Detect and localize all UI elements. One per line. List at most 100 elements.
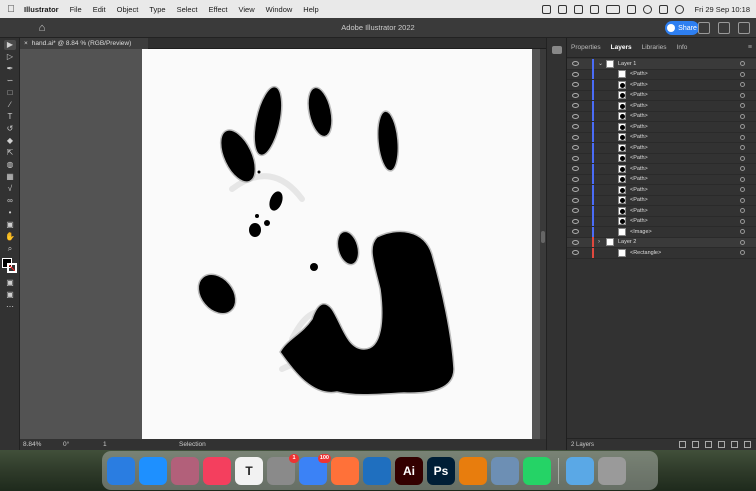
drawing-mode-icon[interactable]: ▣ bbox=[4, 278, 16, 288]
gradient-tool-icon[interactable]: ▦ bbox=[4, 172, 16, 182]
sublayer-row[interactable]: <Path> bbox=[567, 100, 756, 112]
delete-layer-icon[interactable] bbox=[744, 441, 751, 448]
visibility-eye-icon[interactable] bbox=[572, 197, 579, 203]
selection-tool-icon[interactable]: ▶ bbox=[4, 40, 16, 50]
dock-mail-icon[interactable]: 100 bbox=[299, 453, 331, 485]
sublayer-row[interactable]: <Path> bbox=[567, 132, 756, 143]
sound-icon[interactable] bbox=[573, 4, 583, 14]
symbol-sprayer-tool-icon[interactable]: • bbox=[4, 208, 16, 218]
app-menu[interactable]: Illustrator bbox=[24, 5, 59, 14]
layer-name[interactable]: <Path> bbox=[630, 155, 648, 161]
zoom-level-field[interactable]: 8.84% bbox=[23, 441, 53, 448]
sublayer-row[interactable]: <Path> bbox=[567, 69, 756, 80]
comments-icon[interactable] bbox=[552, 46, 562, 54]
dock-music-icon[interactable] bbox=[203, 456, 231, 485]
stroke-swatch[interactable] bbox=[7, 263, 17, 273]
bluetooth-icon[interactable] bbox=[589, 4, 599, 14]
layer-name[interactable]: <Path> bbox=[630, 176, 648, 182]
more-tools-icon[interactable]: ⋯ bbox=[4, 302, 16, 312]
current-tool-status[interactable]: Selection bbox=[179, 441, 206, 448]
visibility-eye-icon[interactable] bbox=[572, 61, 579, 67]
visibility-eye-icon[interactable] bbox=[572, 250, 579, 256]
dock-preview-icon[interactable] bbox=[491, 456, 519, 485]
layer-name[interactable]: <Path> bbox=[630, 103, 648, 109]
document-tab[interactable]: × hand.ai* @ 8.84 % (RGB/Preview) bbox=[20, 38, 148, 49]
visibility-eye-icon[interactable] bbox=[572, 176, 579, 182]
target-icon[interactable] bbox=[740, 134, 745, 140]
visibility-eye-icon[interactable] bbox=[572, 145, 579, 151]
target-icon[interactable] bbox=[740, 155, 745, 161]
rotation-field[interactable]: 0° bbox=[63, 441, 93, 448]
target-icon[interactable] bbox=[740, 82, 745, 88]
layer-name[interactable]: <Path> bbox=[630, 187, 648, 193]
sublayer-row[interactable]: <Path> bbox=[567, 90, 756, 101]
sublayer-row[interactable]: <Path> bbox=[567, 163, 756, 175]
visibility-eye-icon[interactable] bbox=[572, 92, 579, 98]
visibility-eye-icon[interactable] bbox=[572, 82, 579, 88]
sublayer-row[interactable]: <Image> bbox=[567, 226, 756, 238]
fill-stroke-swatches[interactable] bbox=[2, 258, 18, 274]
siri-icon[interactable] bbox=[674, 4, 684, 14]
pen-tool-icon[interactable]: ✒ bbox=[4, 64, 16, 74]
dock-trash-icon[interactable] bbox=[598, 456, 626, 485]
layer-name[interactable]: <Rectangle> bbox=[630, 250, 661, 256]
menubar-clock[interactable]: Fri 29 Sep 10:18 bbox=[695, 5, 750, 14]
menu-window[interactable]: Window bbox=[266, 5, 293, 14]
tab-layers[interactable]: Layers bbox=[611, 44, 632, 51]
sublayer-row[interactable]: <Path> bbox=[567, 184, 756, 196]
menu-type[interactable]: Type bbox=[149, 5, 165, 14]
dock-safari-icon[interactable] bbox=[139, 456, 167, 485]
visibility-eye-icon[interactable] bbox=[572, 187, 579, 193]
zoom-tool-icon[interactable]: ⌕ bbox=[4, 244, 16, 254]
find-icon[interactable] bbox=[692, 441, 699, 448]
screen-icon[interactable] bbox=[557, 4, 567, 14]
target-icon[interactable] bbox=[740, 145, 745, 151]
visibility-eye-icon[interactable] bbox=[572, 113, 579, 119]
artboard-tool-icon[interactable]: ▣ bbox=[4, 220, 16, 230]
visibility-eye-icon[interactable] bbox=[572, 239, 579, 245]
apple-icon[interactable]:  bbox=[6, 4, 16, 15]
layer-row[interactable]: ⌄ Layer 1 bbox=[567, 58, 756, 70]
target-icon[interactable] bbox=[740, 239, 745, 245]
visibility-eye-icon[interactable] bbox=[572, 208, 579, 214]
dock-downloads-icon[interactable] bbox=[566, 456, 594, 485]
dock-system-settings-icon[interactable]: 1 bbox=[267, 453, 299, 485]
dock-textedit-icon[interactable]: T bbox=[235, 456, 263, 485]
layer-name[interactable]: <Path> bbox=[630, 92, 648, 98]
paintbrush-tool-icon[interactable]: ∕ bbox=[4, 100, 16, 110]
scrollbar-thumb[interactable] bbox=[541, 231, 545, 243]
layer-name[interactable]: <Path> bbox=[630, 82, 648, 88]
menu-edit[interactable]: Edit bbox=[93, 5, 106, 14]
artboard-navigation[interactable]: 1 bbox=[103, 441, 133, 448]
layer-name[interactable]: <Path> bbox=[630, 113, 648, 119]
visibility-eye-icon[interactable] bbox=[572, 134, 579, 140]
dock-finder-icon[interactable] bbox=[107, 456, 135, 485]
new-layer-icon[interactable] bbox=[731, 441, 738, 448]
sublayer-row[interactable]: <Path> bbox=[567, 79, 756, 91]
layer-name[interactable]: <Path> bbox=[630, 134, 648, 140]
sublayer-row[interactable]: <Path> bbox=[567, 174, 756, 185]
curvature-tool-icon[interactable]: ∽ bbox=[4, 76, 16, 86]
sublayer-row[interactable]: <Path> bbox=[567, 142, 756, 154]
layer-name[interactable]: <Image> bbox=[630, 229, 652, 235]
layer-name[interactable]: <Path> bbox=[630, 208, 648, 214]
target-icon[interactable] bbox=[740, 176, 745, 182]
eraser-tool-icon[interactable]: ◆ bbox=[4, 136, 16, 146]
rectangle-tool-icon[interactable]: □ bbox=[4, 88, 16, 98]
blend-tool-icon[interactable]: ∞ bbox=[4, 196, 16, 206]
tab-libraries[interactable]: Libraries bbox=[642, 44, 667, 51]
target-icon[interactable] bbox=[740, 208, 745, 214]
visibility-eye-icon[interactable] bbox=[572, 124, 579, 130]
visibility-eye-icon[interactable] bbox=[572, 218, 579, 224]
visibility-eye-icon[interactable] bbox=[572, 71, 579, 77]
dock-vs-code-icon[interactable] bbox=[363, 456, 391, 485]
screen-mode-icon[interactable]: ▣ bbox=[4, 290, 16, 300]
rotate-tool-icon[interactable]: ↺ bbox=[4, 124, 16, 134]
target-icon[interactable] bbox=[740, 166, 745, 172]
close-tab-icon[interactable]: × bbox=[24, 40, 28, 47]
chevron-down-icon[interactable]: ⌄ bbox=[598, 60, 603, 67]
battery-icon[interactable] bbox=[605, 4, 620, 14]
menu-help[interactable]: Help bbox=[303, 5, 318, 14]
sublayer-row[interactable]: <Path> bbox=[567, 216, 756, 227]
visibility-eye-icon[interactable] bbox=[572, 166, 579, 172]
